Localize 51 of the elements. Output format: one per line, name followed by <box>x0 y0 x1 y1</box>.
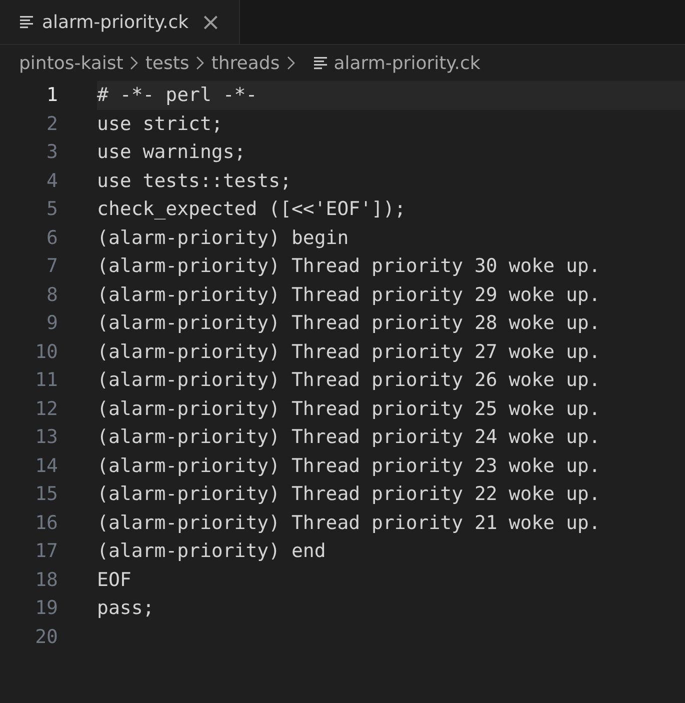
line-number: 8 <box>46 284 58 306</box>
code-line: (alarm-priority) Thread priority 28 woke up. <box>97 312 600 334</box>
line-number: 20 <box>34 626 58 648</box>
code-line: (alarm-priority) Thread priority 23 woke up. <box>97 454 600 477</box>
code-line: (alarm-priority) begin <box>97 226 349 249</box>
line-number: 16 <box>34 512 58 534</box>
code-line: (alarm-priority) Thread priority 24 woke up. <box>97 426 600 448</box>
code-line: (alarm-priority) Thread priority 27 woke up. <box>97 340 600 363</box>
code-line: (alarm-priority) Thread priority 25 woke up. <box>97 398 600 420</box>
line-number: 2 <box>46 112 58 135</box>
breadcrumb-item[interactable]: pintos-kaist <box>19 52 124 74</box>
line-number: 7 <box>46 255 58 278</box>
editor-tab[interactable]: alarm-priority.ck × <box>0 0 240 44</box>
line-number: 19 <box>34 597 58 620</box>
line-number: 5 <box>46 198 58 220</box>
code-line: check_expected ([<<'EOF']); <box>97 198 406 220</box>
code-line: EOF <box>97 568 132 591</box>
close-button[interactable]: × <box>196 10 225 34</box>
line-number: 4 <box>46 170 58 192</box>
line-number: 3 <box>46 141 58 164</box>
tab-label: alarm-priority.ck <box>42 12 189 32</box>
line-number: 11 <box>34 369 58 392</box>
line-number: 12 <box>34 398 58 420</box>
line-number: 17 <box>34 540 58 562</box>
line-number: 6 <box>46 226 58 249</box>
code-line: (alarm-priority) Thread priority 21 woke up. <box>97 512 600 534</box>
chevron-icon <box>286 56 296 70</box>
code-line: (alarm-priority) Thread priority 29 woke up. <box>97 284 600 306</box>
code-line: (alarm-priority) end <box>97 540 326 562</box>
line-number: 1 <box>46 84 58 106</box>
chevron-icon <box>195 56 206 70</box>
code-line: use warnings; <box>97 141 246 164</box>
line-number: 18 <box>34 568 58 591</box>
code-line: use tests::tests; <box>97 170 292 192</box>
line-number: 15 <box>34 483 58 506</box>
line-number: 10 <box>34 340 58 363</box>
breadcrumb-item[interactable]: tests <box>145 52 190 74</box>
code-line: (alarm-priority) Thread priority 26 woke up. <box>97 369 600 392</box>
line-number: 13 <box>34 426 58 448</box>
code-line: (alarm-priority) Thread priority 30 woke up. <box>97 255 600 278</box>
line-number: 9 <box>46 312 58 334</box>
breadcrumb-item[interactable]: alarm-priority.ck <box>334 52 480 74</box>
breadcrumb-item[interactable]: threads <box>211 52 280 74</box>
code-line: # -*- perl -*- <box>97 84 258 106</box>
code-line: use strict; <box>97 112 223 135</box>
code-line: (alarm-priority) Thread priority 22 woke up. <box>97 483 600 506</box>
file-lines-icon <box>314 56 328 70</box>
file-lines-icon <box>20 15 34 29</box>
line-number: 14 <box>34 454 58 477</box>
chevron-icon <box>129 56 140 70</box>
code-line: pass; <box>97 597 154 620</box>
